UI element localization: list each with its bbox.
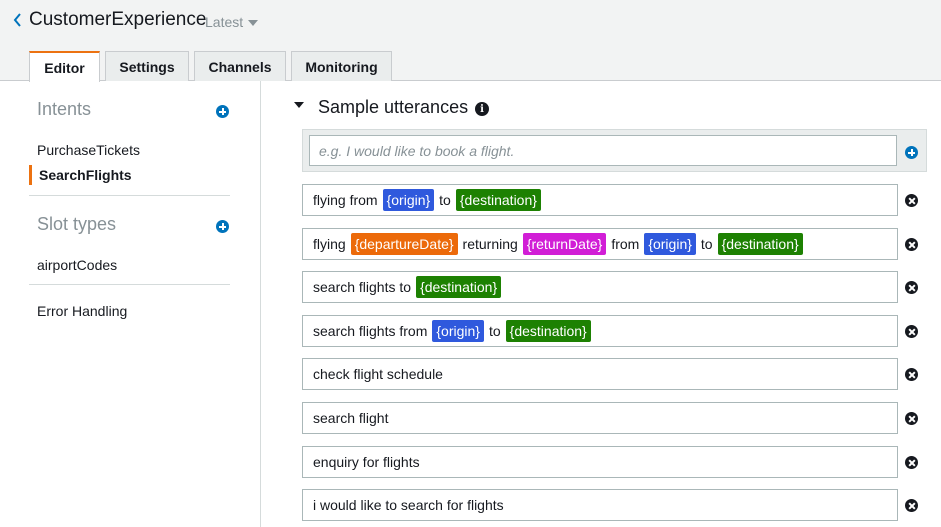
slot-type-airport-codes[interactable]: airportCodes <box>37 257 117 273</box>
remove-utterance-icon[interactable] <box>905 325 918 338</box>
slot-chip[interactable]: {destination} <box>416 276 502 298</box>
tab-editor[interactable]: Editor <box>29 51 100 82</box>
back-link[interactable]: CustomerExperience <box>12 9 206 31</box>
utterance-text: search flights from <box>313 323 428 339</box>
utterance-text: flying from <box>313 192 378 208</box>
new-utterance-container <box>302 129 927 172</box>
page-header: CustomerExperience Latest Editor Setting… <box>0 0 941 82</box>
tab-settings[interactable]: Settings <box>105 51 189 81</box>
section-title: Sample utterances <box>318 97 469 117</box>
slot-chip[interactable]: {origin} <box>432 320 484 342</box>
utterance-text: i would like to search for flights <box>313 497 504 513</box>
remove-utterance-icon[interactable] <box>905 499 918 512</box>
utterance-text: to <box>488 323 501 339</box>
utterance-text: enquiry for flights <box>313 454 420 470</box>
slot-chip[interactable]: {departureDate} <box>350 233 458 255</box>
utterance-text: from <box>611 236 640 252</box>
intents-heading: Intents <box>37 99 92 119</box>
utterance-row[interactable]: flying from {origin} to {destination} <box>302 184 898 216</box>
utterance-row[interactable]: check flight schedule <box>302 358 898 390</box>
utterance-row[interactable]: search flights to {destination} <box>302 271 898 303</box>
sidebar-divider <box>29 195 230 196</box>
version-selector[interactable]: Latest <box>205 14 259 30</box>
remove-utterance-icon[interactable] <box>905 281 918 294</box>
utterance-text: search flights to <box>313 279 412 295</box>
new-utterance-input[interactable] <box>309 135 897 166</box>
utterance-row[interactable]: search flights from {origin} to {destinatio… <box>302 315 898 347</box>
utterance-row[interactable]: flying {departureDate} returning {returnDat… <box>302 228 898 260</box>
tab-bar: Editor Settings Channels Monitoring <box>29 51 397 82</box>
slot-chip[interactable]: {origin} <box>644 233 696 255</box>
slot-types-heading: Slot types <box>37 214 117 234</box>
add-slot-type-button[interactable] <box>216 220 229 233</box>
intent-search-flights[interactable]: SearchFlights <box>39 167 132 183</box>
remove-utterance-icon[interactable] <box>905 194 918 207</box>
utterance-text: flying <box>313 236 346 252</box>
tab-channels[interactable]: Channels <box>194 51 286 81</box>
bot-name: CustomerExperience <box>29 9 207 30</box>
utterance-text: returning <box>462 236 518 252</box>
remove-utterance-icon[interactable] <box>905 238 918 251</box>
version-label: Latest <box>205 14 244 30</box>
slot-chip[interactable]: {destination} <box>717 233 803 255</box>
info-icon[interactable]: i <box>475 102 489 116</box>
chevron-left-icon[interactable] <box>12 10 23 30</box>
add-intent-button[interactable] <box>216 105 229 118</box>
utterance-text: to <box>700 236 713 252</box>
main-panel: Sample utterances i flying from{origin}t… <box>262 81 941 527</box>
slot-chip[interactable]: {destination} <box>505 320 591 342</box>
utterance-row[interactable]: enquiry for flights <box>302 446 898 478</box>
slot-chip[interactable]: {destination} <box>455 189 541 211</box>
tab-monitoring[interactable]: Monitoring <box>291 51 392 81</box>
utterance-text: search flight <box>313 410 389 426</box>
utterance-row[interactable]: i would like to search for flights <box>302 489 898 521</box>
slot-chip[interactable]: {origin} <box>382 189 435 211</box>
utterance-text: check flight schedule <box>313 366 443 382</box>
utterance-text: to <box>439 192 451 208</box>
remove-utterance-icon[interactable] <box>905 368 918 381</box>
slot-chip[interactable]: {returnDate} <box>522 233 607 255</box>
add-utterance-button[interactable] <box>905 146 918 159</box>
error-handling-link[interactable]: Error Handling <box>37 303 127 319</box>
sidebar: Intents PurchaseTickets SearchFlights Sl… <box>0 81 261 527</box>
collapse-caret-icon[interactable] <box>294 102 304 108</box>
intent-purchase-tickets[interactable]: PurchaseTickets <box>37 142 140 158</box>
remove-utterance-icon[interactable] <box>905 412 918 425</box>
remove-utterance-icon[interactable] <box>905 456 918 469</box>
caret-down-icon <box>248 19 259 26</box>
utterance-row[interactable]: search flight <box>302 402 898 434</box>
sidebar-divider <box>29 284 230 285</box>
selected-indicator <box>29 165 32 185</box>
